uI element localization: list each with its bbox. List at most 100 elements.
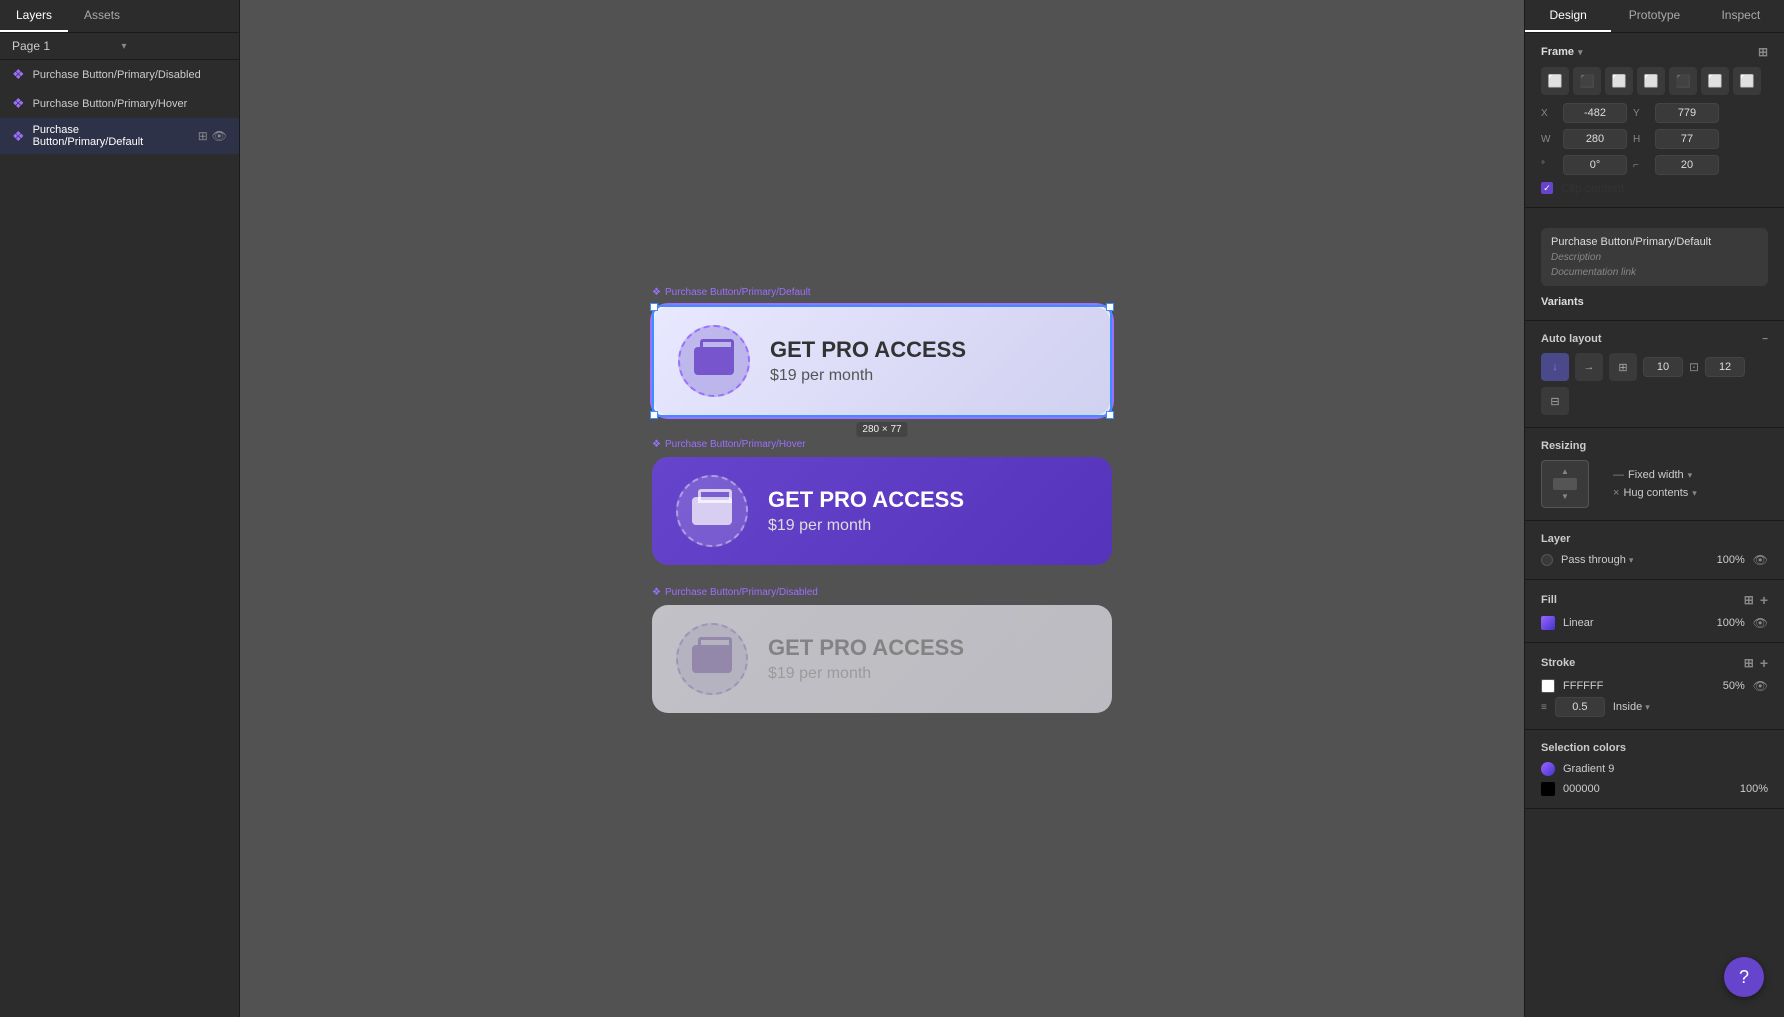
stroke-opacity[interactable]: 50%	[1723, 680, 1745, 692]
chevron-down-icon: ▼	[1561, 492, 1569, 501]
add-stroke-button[interactable]: +	[1760, 655, 1768, 671]
canvas: ❖ Purchase Button/Primary/Default GET	[240, 0, 1524, 1017]
xy-row: X Y	[1541, 103, 1768, 123]
card-default-selection[interactable]: GET PRO ACCESS $19 per month	[652, 305, 1112, 417]
handle-tr[interactable]	[1106, 303, 1114, 311]
help-button[interactable]: ?	[1724, 957, 1764, 997]
visibility-icon[interactable]: 👁	[212, 129, 227, 143]
gradient9-swatch[interactable]	[1541, 762, 1555, 776]
spacing-icon: ⊡	[1689, 360, 1699, 374]
layout-vertical-button[interactable]: ↓	[1541, 353, 1569, 381]
card-default-text: GET PRO ACCESS $19 per month	[770, 337, 966, 385]
handle-tl[interactable]	[650, 303, 658, 311]
layout-horizontal-button[interactable]: →	[1575, 353, 1603, 381]
component-section: Purchase Button/Primary/Default Descript…	[1525, 208, 1784, 321]
align-center-h-button[interactable]: ⬛	[1573, 67, 1601, 95]
tab-assets[interactable]: Assets	[68, 0, 136, 32]
component-desc[interactable]: Description	[1551, 252, 1758, 263]
fixed-width-option[interactable]: — Fixed width ▾	[1613, 469, 1697, 481]
card-hover-title: GET PRO ACCESS	[768, 487, 964, 513]
card-default-wrapper: ❖ Purchase Button/Primary/Default GET	[652, 305, 1112, 417]
stroke-visibility-icon[interactable]: 👁	[1753, 679, 1768, 693]
rotation-input[interactable]	[1563, 155, 1627, 175]
add-fill-button[interactable]: +	[1760, 592, 1768, 608]
layer-opacity[interactable]: 100%	[1717, 554, 1745, 566]
align-right-button[interactable]: ⬜	[1605, 67, 1633, 95]
x-input[interactable]	[1563, 103, 1627, 123]
dash-icon: —	[1613, 469, 1624, 481]
canvas-inner: ❖ Purchase Button/Primary/Default GET	[652, 305, 1112, 713]
tab-prototype[interactable]: Prototype	[1611, 0, 1697, 32]
spacing-input[interactable]	[1643, 357, 1683, 377]
fill-color-swatch[interactable]	[1541, 616, 1555, 630]
selection-colors-header: Selection colors	[1541, 742, 1768, 754]
card-disabled[interactable]: GET PRO ACCESS $19 per month	[652, 605, 1112, 713]
card-hover-price: $19 per month	[768, 517, 964, 535]
gradient9-label: Gradient 9	[1563, 763, 1768, 775]
page-selector-label: Page 1	[12, 39, 118, 53]
handle-br[interactable]	[1106, 411, 1114, 419]
tab-inspect[interactable]: Inspect	[1698, 0, 1784, 32]
sel-color-row-black: 000000 100%	[1541, 782, 1768, 796]
auto-layout-title: Auto layout	[1541, 333, 1602, 345]
tab-design[interactable]: Design	[1525, 0, 1611, 32]
component-link-icon: ⊞	[198, 129, 208, 143]
component-doc[interactable]: Documentation link	[1551, 267, 1758, 278]
padding-input[interactable]	[1705, 357, 1745, 377]
corner-input[interactable]	[1655, 155, 1719, 175]
fill-opacity[interactable]: 100%	[1717, 617, 1745, 629]
y-input[interactable]	[1655, 103, 1719, 123]
h-label: H	[1633, 134, 1649, 145]
card-size-badge: 280 × 77	[856, 422, 907, 437]
component-icon: ❖	[12, 128, 25, 145]
stroke-color-value: FFFFFF	[1563, 680, 1715, 692]
stroke-color-swatch[interactable]	[1541, 679, 1555, 693]
align-middle-button[interactable]: ⬛	[1669, 67, 1697, 95]
layer-item-default[interactable]: ❖ Purchase Button/Primary/Default ⊞ 👁	[0, 118, 239, 154]
hug-contents-option[interactable]: × Hug contents ▾	[1613, 487, 1697, 499]
resize-icon[interactable]: ⊞	[1758, 45, 1768, 59]
align-bottom-button[interactable]: ⬜	[1701, 67, 1729, 95]
clip-checkbox[interactable]: ✓	[1541, 182, 1553, 194]
handle-bl[interactable]	[650, 411, 658, 419]
card-hover[interactable]: GET PRO ACCESS $19 per month	[652, 457, 1112, 565]
align-top-button[interactable]: ⬜	[1637, 67, 1665, 95]
layer-row: Pass through ▾ 100% 👁	[1541, 553, 1768, 567]
layout-wrap-button[interactable]: ⊞	[1609, 353, 1637, 381]
card-default-icon	[678, 325, 750, 397]
card-default[interactable]: GET PRO ACCESS $19 per month	[652, 305, 1112, 417]
corner-label: ⌐	[1633, 160, 1649, 171]
stroke-width-input[interactable]	[1555, 697, 1605, 717]
layer-mode-icon	[1541, 554, 1553, 566]
black-swatch[interactable]	[1541, 782, 1555, 796]
align-left-button[interactable]: ⬜	[1541, 67, 1569, 95]
distribute-h-button[interactable]: ⬜	[1733, 67, 1761, 95]
grid-icon[interactable]: ⊞	[1744, 656, 1754, 670]
resize-options: — Fixed width ▾ × Hug contents ▾	[1613, 469, 1697, 499]
wallet-icon-disabled	[692, 645, 732, 673]
w-label: W	[1541, 134, 1557, 145]
visibility-icon[interactable]: 👁	[1753, 553, 1768, 567]
minus-icon[interactable]: −	[1762, 334, 1768, 345]
w-input[interactable]	[1563, 129, 1627, 149]
sel-color-row-gradient: Gradient 9	[1541, 762, 1768, 776]
diamond-icon: ❖	[652, 439, 661, 450]
layout-align-button[interactable]: ⊟	[1541, 387, 1569, 415]
resizing-section: Resizing ▲ ▼ — Fixed width ▾ × Hug conte…	[1525, 428, 1784, 521]
resizing-title: Resizing	[1541, 440, 1586, 452]
layer-item-disabled[interactable]: ❖ Purchase Button/Primary/Disabled	[0, 60, 239, 89]
layer-item-hover[interactable]: ❖ Purchase Button/Primary/Hover	[0, 89, 239, 118]
stroke-position-label[interactable]: Inside ▾	[1613, 701, 1768, 713]
right-panel: Design Prototype Inspect Frame ▾ ⊞ ⬜ ⬛ ⬜…	[1524, 0, 1784, 1017]
x-icon: ×	[1613, 487, 1619, 499]
h-input[interactable]	[1655, 129, 1719, 149]
frame-section-header: Frame ▾ ⊞	[1541, 45, 1768, 59]
grid-icon[interactable]: ⊞	[1744, 593, 1754, 607]
fill-visibility-icon[interactable]: 👁	[1753, 616, 1768, 630]
card-default-price: $19 per month	[770, 367, 966, 385]
layer-header: Layer	[1541, 533, 1768, 545]
card-default-title: GET PRO ACCESS	[770, 337, 966, 363]
tab-layers[interactable]: Layers	[0, 0, 68, 32]
layer-mode-label[interactable]: Pass through ▾	[1561, 554, 1709, 566]
page-selector[interactable]: Page 1 ▾	[0, 33, 239, 60]
